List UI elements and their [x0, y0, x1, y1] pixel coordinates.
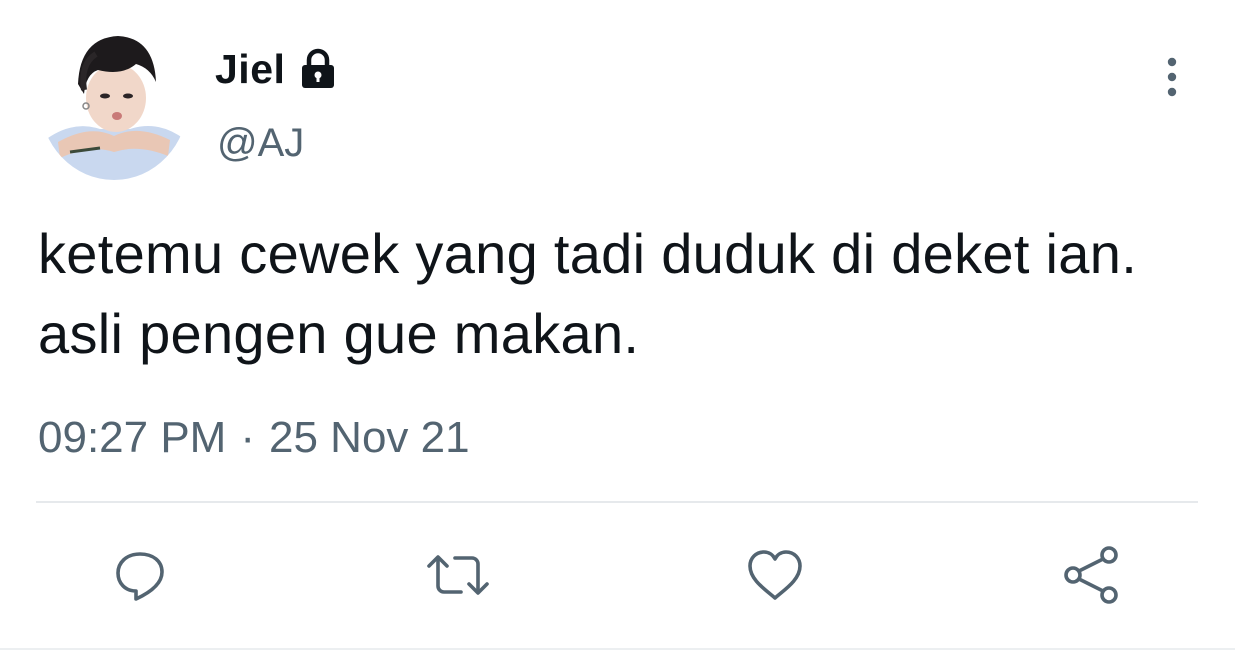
- tweet-time: 09:27 PM: [38, 413, 227, 462]
- tweet-date: 25 Nov 21: [269, 413, 470, 462]
- reply-icon: [116, 552, 164, 601]
- tweet-timestamp[interactable]: 09:27 PM · 25 Nov 21: [38, 413, 470, 463]
- divider: [36, 501, 1198, 503]
- avatar[interactable]: [40, 24, 188, 180]
- reply-button[interactable]: [105, 540, 175, 610]
- retweet-icon: [427, 555, 489, 595]
- display-name[interactable]: Jiel: [215, 46, 285, 93]
- avatar-photo: [40, 24, 188, 180]
- retweet-button[interactable]: [423, 540, 493, 610]
- user-name-row: Jiel: [215, 42, 339, 96]
- tweet-card: Jiel @AJ ketemu cewek yang tadi duduk di…: [0, 0, 1235, 666]
- heart-icon: [748, 550, 802, 600]
- more-options-icon[interactable]: [1150, 52, 1194, 100]
- lock-icon: [297, 48, 339, 90]
- share-icon: [1064, 546, 1118, 604]
- like-button[interactable]: [740, 540, 810, 610]
- share-button[interactable]: [1057, 540, 1127, 610]
- meta-separator: ·: [240, 413, 255, 462]
- bottom-divider: [0, 648, 1235, 650]
- tweet-text: ketemu cewek yang tadi duduk di deket ia…: [38, 222, 1138, 365]
- user-handle[interactable]: @AJ: [217, 121, 304, 166]
